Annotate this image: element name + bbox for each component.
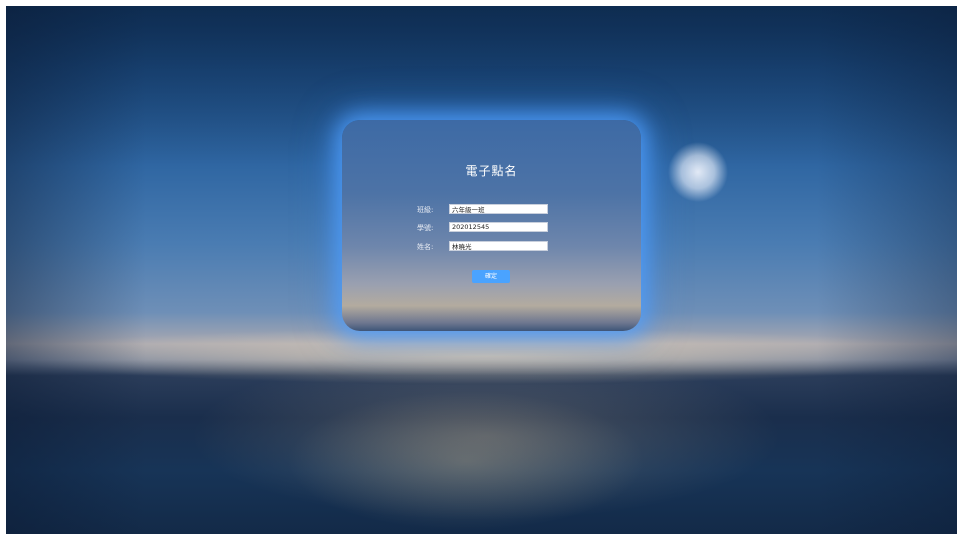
student-id-input[interactable] [449,222,548,232]
page-title: 電子點名 [465,164,518,178]
background: 電子點名 班級: 學號: 姓名: 確定 [6,6,957,534]
background-vignette-right [817,6,957,534]
submit-button[interactable]: 確定 [472,270,510,283]
class-row: 班級: [342,204,641,216]
name-input[interactable] [449,241,548,251]
name-row: 姓名: [342,241,641,253]
student-id-label: 學號: [417,224,434,232]
water-reflection [286,391,646,531]
background-vignette-left [6,6,146,534]
name-label: 姓名: [417,243,434,251]
class-input[interactable] [449,204,548,214]
login-card: 電子點名 班級: 學號: 姓名: 確定 [342,120,641,331]
class-label: 班級: [417,206,434,214]
student-id-row: 學號: [342,222,641,234]
